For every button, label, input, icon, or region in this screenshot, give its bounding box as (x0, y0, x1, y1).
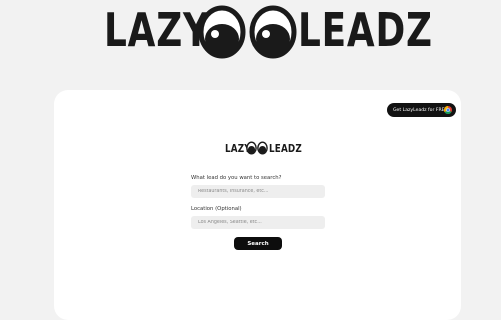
lead-label: What lead do you want to search? (191, 175, 282, 181)
get-lazyleadz-button[interactable]: Get LazyLeadz for FREE (387, 103, 456, 117)
chrome-icon (444, 106, 452, 114)
logo-word-lazy: LAZY (104, 3, 210, 57)
logo-word-leadz: LEADZ (298, 3, 433, 57)
hero-logo: LAZY LEADZ (0, 0, 501, 72)
eyes-icon (198, 5, 297, 59)
search-button[interactable]: Search (234, 237, 282, 250)
card-logo-leadz: LEADZ (269, 142, 302, 155)
eyes-icon (246, 141, 268, 155)
search-card: Get LazyLeadz for FREE LAZY LEADZ What l… (54, 90, 461, 320)
cta-label: Get LazyLeadz for FREE (393, 107, 448, 113)
lead-search-input[interactable] (191, 185, 325, 198)
location-label: Location (Optional) (191, 206, 242, 212)
card-logo: LAZY LEADZ (225, 140, 302, 158)
location-input[interactable] (191, 216, 325, 229)
